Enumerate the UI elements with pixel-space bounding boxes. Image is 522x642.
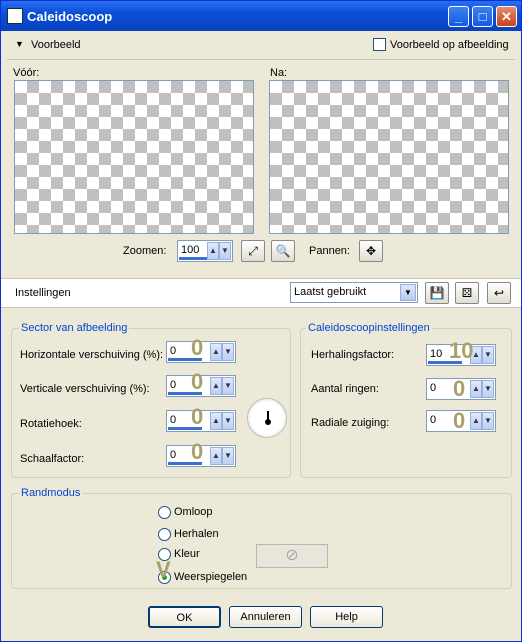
- preview-on-image-checkbox[interactable]: [373, 38, 386, 51]
- edge-mode-group: [11, 493, 512, 589]
- before-label: Vóór:: [13, 67, 40, 79]
- v-offset-overlay: 0: [191, 369, 204, 394]
- cancel-button[interactable]: Annuleren: [229, 606, 302, 628]
- rings-label: Aantal ringen:: [311, 383, 379, 395]
- zoom-spinner[interactable]: 100 ▲ ▼: [177, 240, 233, 262]
- maximize-button[interactable]: □: [472, 6, 493, 27]
- spin-down-icon[interactable]: ▼: [482, 412, 494, 430]
- preview-section-label: Voorbeeld: [31, 39, 81, 51]
- spin-down-icon[interactable]: ▼: [222, 412, 234, 430]
- spin-up-icon[interactable]: ▲: [207, 242, 219, 260]
- radial-label: Radiale zuiging:: [311, 417, 390, 429]
- before-preview[interactable]: [14, 80, 254, 234]
- edge-mode-title: Randmodus: [19, 487, 83, 499]
- zoom-disabled-icon: 🔍: [271, 240, 295, 262]
- edge-mirror-overlay: V: [156, 557, 171, 582]
- rings-overlay: 0: [453, 376, 466, 401]
- separator: [7, 59, 515, 60]
- edge-mirror-label: Weerspiegelen: [174, 571, 248, 583]
- spin-up-icon[interactable]: ▲: [210, 377, 222, 395]
- pan-icon[interactable]: ✥: [359, 240, 383, 262]
- edge-repeat-label: Herhalen: [174, 528, 219, 540]
- spin-down-icon[interactable]: ▼: [222, 343, 234, 361]
- spin-up-icon[interactable]: ▲: [210, 343, 222, 361]
- close-button[interactable]: ✕: [496, 6, 517, 27]
- title-bar: Caleidoscoop _ □ ✕: [1, 1, 521, 31]
- color-swatch-disabled: ⊘: [256, 544, 328, 568]
- zoom-fit-button[interactable]: ⤢: [241, 240, 265, 262]
- h-offset-overlay: 0: [191, 335, 204, 360]
- edge-color-label: Kleur: [174, 548, 200, 560]
- preview-on-image-label: Voorbeeld op afbeelding: [390, 39, 509, 51]
- chevron-down-icon[interactable]: ▼: [400, 284, 416, 301]
- spin-up-icon[interactable]: ▲: [210, 447, 222, 465]
- collapse-triangle-icon[interactable]: ▼: [15, 39, 24, 49]
- window-title: Caleidoscoop: [27, 9, 113, 24]
- rotation-dial[interactable]: [247, 398, 287, 438]
- minimize-button[interactable]: _: [448, 6, 469, 27]
- save-preset-button[interactable]: 💾: [425, 282, 449, 304]
- h-offset-label: Horizontale verschuiving (%):: [20, 349, 164, 361]
- rotation-label: Rotatiehoek:: [20, 418, 82, 430]
- help-button[interactable]: Help: [310, 606, 383, 628]
- scale-overlay: 0: [191, 439, 204, 464]
- scale-label: Schaalfactor:: [20, 453, 85, 465]
- edge-wrap-label: Omloop: [174, 506, 213, 518]
- reset-button[interactable]: ↩: [487, 282, 511, 304]
- ok-button[interactable]: OK: [148, 606, 221, 628]
- randomize-dice-button[interactable]: ⚄: [455, 282, 479, 304]
- edge-wrap-radio[interactable]: [158, 506, 171, 519]
- v-offset-label: Verticale verschuiving (%):: [20, 383, 150, 395]
- rotation-overlay: 0: [191, 404, 204, 429]
- app-icon: [7, 8, 23, 24]
- spin-up-icon[interactable]: ▲: [470, 412, 482, 430]
- spin-up-icon[interactable]: ▲: [470, 380, 482, 398]
- spin-up-icon[interactable]: ▲: [210, 412, 222, 430]
- pan-label: Pannen:: [309, 245, 350, 257]
- preset-select[interactable]: Laatst gebruikt ▼: [290, 282, 418, 303]
- radial-overlay: 0: [453, 408, 466, 433]
- spin-down-icon[interactable]: ▼: [219, 242, 231, 260]
- spin-down-icon[interactable]: ▼: [482, 380, 494, 398]
- dialog-window: Caleidoscoop _ □ ✕ ▼ Voorbeeld Voorbeeld…: [0, 0, 522, 642]
- repeat-label: Herhalingsfactor:: [311, 349, 395, 361]
- spin-down-icon[interactable]: ▼: [222, 377, 234, 395]
- zoom-label: Zoomen:: [123, 245, 167, 257]
- repeat-overlay: 10: [449, 338, 474, 363]
- after-label: Na:: [270, 67, 288, 79]
- settings-label: Instellingen: [15, 287, 71, 299]
- after-preview: [269, 80, 509, 234]
- spin-down-icon[interactable]: ▼: [222, 447, 234, 465]
- edge-repeat-radio[interactable]: [158, 528, 171, 541]
- sector-group-title: Sector van afbeelding: [19, 322, 130, 334]
- kaleido-group-title: Caleidoscoopinstellingen: [306, 322, 432, 334]
- spin-down-icon[interactable]: ▼: [482, 346, 494, 364]
